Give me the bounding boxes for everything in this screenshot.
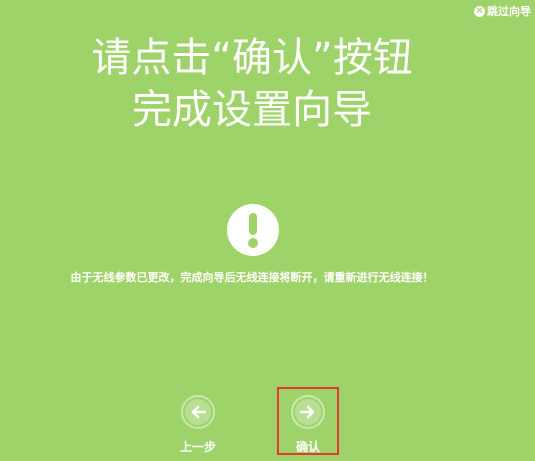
skip-wizard-link[interactable]: × 跳过向导: [474, 3, 531, 19]
warning-message: 由于无线参数已更改，完成向导后无线连接将断开，请重新进行无线连接！: [70, 271, 434, 284]
previous-button-ring[interactable]: [181, 395, 215, 429]
exclamation-icon: [227, 204, 279, 256]
title-line-1: 请点击“确认”按钮: [91, 35, 413, 81]
previous-step-button[interactable]: 上一步: [174, 395, 222, 455]
page-title: 请点击“确认”按钮 完成设置向导: [0, 32, 504, 136]
confirm-button[interactable]: 确认: [284, 395, 332, 455]
exclamation-dot: [248, 238, 258, 248]
arrow-left-icon: [191, 405, 206, 419]
confirm-button-ring[interactable]: [291, 395, 325, 429]
confirm-label: 确认: [295, 440, 320, 454]
close-circle-icon: ×: [474, 5, 485, 17]
exclamation-bar: [249, 213, 257, 235]
confirm-button-core[interactable]: [295, 399, 321, 425]
arrow-right-icon: [300, 405, 315, 419]
title-line-2: 完成设置向导: [132, 87, 372, 133]
previous-button-core[interactable]: [185, 399, 211, 425]
previous-step-label: 上一步: [179, 440, 216, 454]
skip-wizard-label: 跳过向导: [487, 5, 531, 18]
